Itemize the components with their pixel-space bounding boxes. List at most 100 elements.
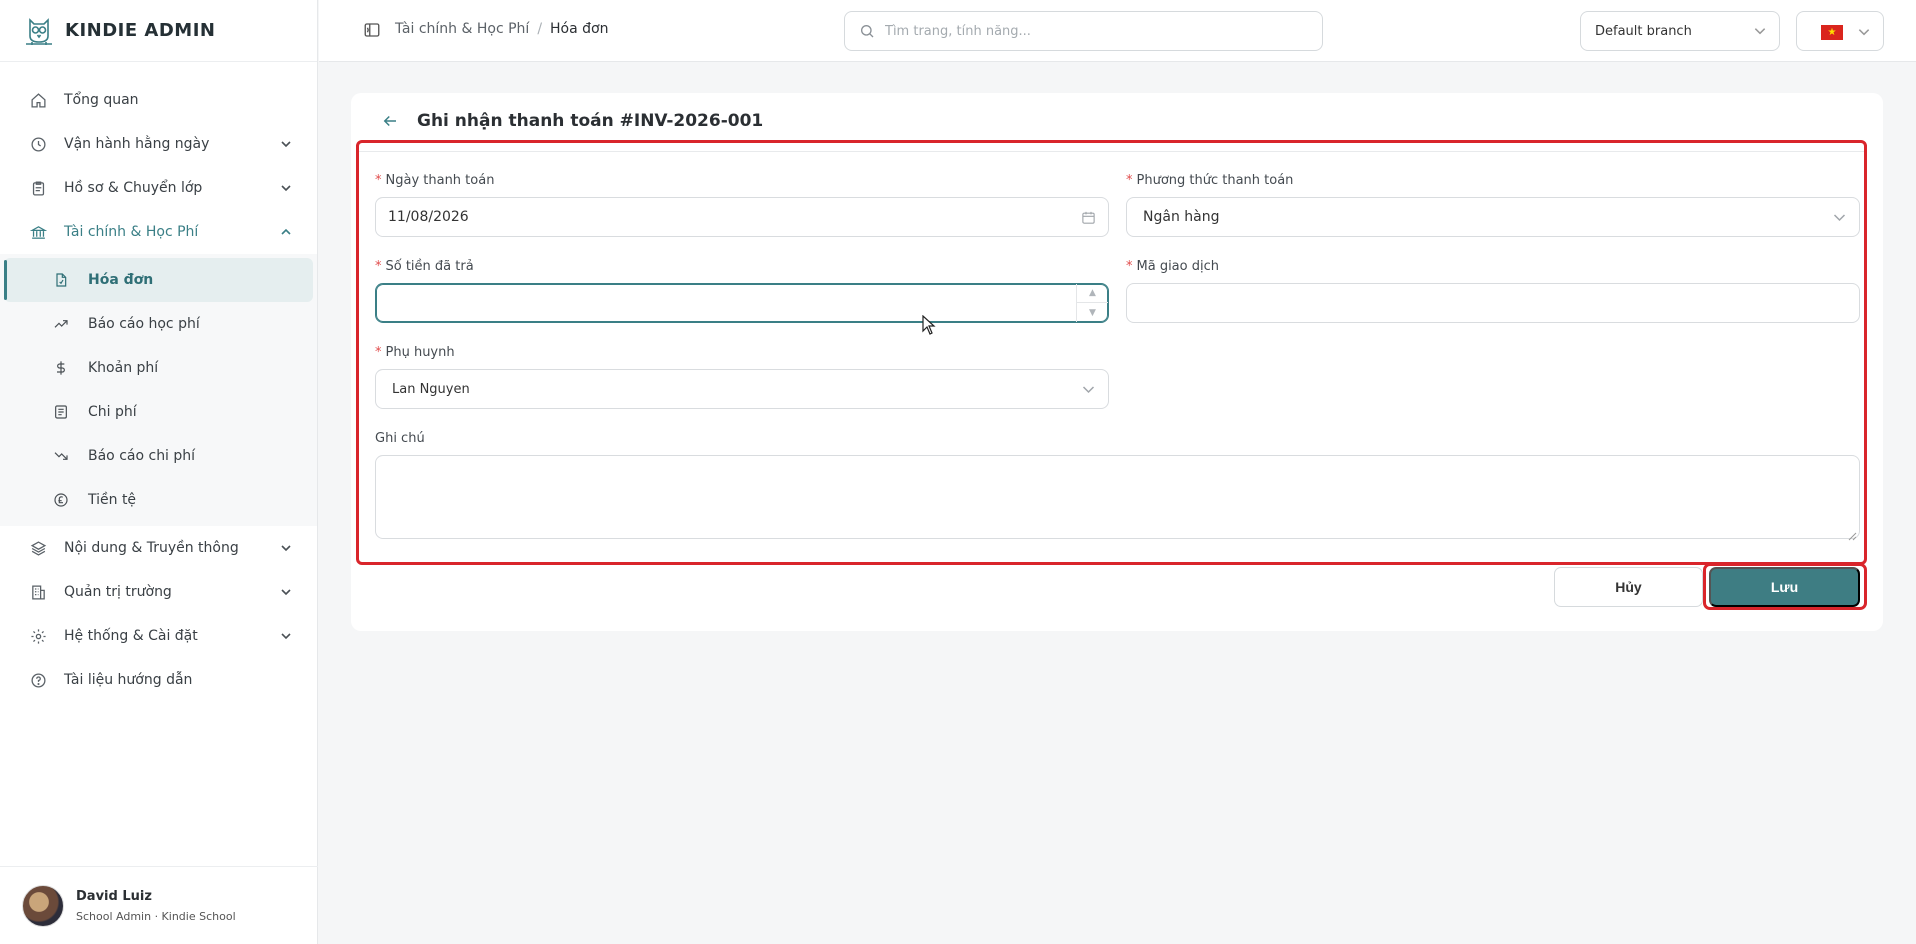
required-mark: * bbox=[375, 345, 382, 360]
home-icon bbox=[28, 90, 48, 110]
sidebar-item-label: Hệ thống & Cài đặt bbox=[64, 628, 198, 644]
sidebar-item-content[interactable]: Nội dung & Truyền thông bbox=[0, 526, 317, 570]
sidebar-item-label: Vận hành hằng ngày bbox=[64, 136, 210, 152]
branch-select[interactable]: Default branch bbox=[1580, 11, 1780, 51]
vietnam-flag-icon: ★ bbox=[1821, 25, 1843, 40]
sidebar-item-overview[interactable]: Tổng quan bbox=[0, 78, 317, 122]
sidebar-item-school-admin[interactable]: Quản trị trường bbox=[0, 570, 317, 614]
topbar: Tài chính & Học Phí / Hóa đơn Default br… bbox=[319, 0, 1916, 62]
transaction-code-input[interactable] bbox=[1126, 283, 1860, 323]
payment-date-value: 11/08/2026 bbox=[388, 209, 469, 225]
sidebar-item-expense-report[interactable]: Báo cáo chi phí bbox=[0, 434, 317, 478]
sidebar-item-label: Nội dung & Truyền thông bbox=[64, 540, 239, 556]
number-stepper[interactable]: ▲ ▼ bbox=[1076, 284, 1108, 322]
sidebar-item-docs[interactable]: Tài liệu hướng dẫn bbox=[0, 658, 317, 702]
breadcrumb-separator: / bbox=[537, 21, 543, 37]
breadcrumb: Tài chính & Học Phí / Hóa đơn bbox=[395, 21, 608, 37]
sidebar-item-currency[interactable]: Tiền tệ bbox=[0, 478, 317, 522]
payment-method-value: Ngân hàng bbox=[1143, 209, 1220, 225]
invoice-icon bbox=[52, 271, 70, 289]
parent-label: * Phụ huynh bbox=[375, 345, 455, 360]
page-title: Ghi nhận thanh toán #INV-2026-001 bbox=[417, 111, 764, 131]
payment-date-field[interactable]: 11/08/2026 bbox=[375, 197, 1109, 237]
required-mark: * bbox=[375, 259, 382, 274]
sidebar-item-invoices[interactable]: Hóa đơn bbox=[4, 258, 313, 302]
sidebar-item-records[interactable]: Hồ sơ & Chuyển lớp bbox=[0, 166, 317, 210]
divider bbox=[359, 151, 1864, 152]
chevron-down-icon bbox=[279, 137, 293, 151]
breadcrumb-finance[interactable]: Tài chính & Học Phí bbox=[395, 21, 529, 37]
sidebar-item-label: Tổng quan bbox=[64, 92, 139, 108]
clock-icon bbox=[28, 134, 48, 154]
payment-date-label: * Ngày thanh toán bbox=[375, 173, 494, 188]
stepper-up-icon[interactable]: ▲ bbox=[1077, 284, 1108, 303]
payment-form: * Ngày thanh toán 11/08/2026 * Phương thức… bbox=[356, 140, 1867, 565]
save-button[interactable]: Lưu bbox=[1709, 567, 1860, 607]
chevron-up-icon bbox=[279, 225, 293, 239]
sidebar-item-label: Chi phí bbox=[88, 404, 137, 420]
label-text: Mã giao dịch bbox=[1136, 259, 1219, 274]
search-icon bbox=[859, 23, 875, 39]
resize-grip-icon[interactable] bbox=[1847, 526, 1857, 541]
label-text: Phương thức thanh toán bbox=[1136, 173, 1294, 188]
sidebar-item-fees[interactable]: Khoản phí bbox=[0, 346, 317, 390]
dollar-icon bbox=[52, 359, 70, 377]
chevron-down-icon bbox=[1832, 210, 1847, 225]
user-role: School Admin · Kindie School bbox=[76, 909, 236, 923]
calendar-icon bbox=[1081, 210, 1096, 225]
chevron-down-icon bbox=[279, 629, 293, 643]
brand[interactable]: KINDIE ADMIN bbox=[0, 0, 317, 62]
sidebar-item-label: Tài liệu hướng dẫn bbox=[64, 672, 193, 688]
building-icon bbox=[28, 582, 48, 602]
chevron-down-icon bbox=[279, 541, 293, 555]
receipt-icon bbox=[52, 403, 70, 421]
note-label: Ghi chú bbox=[375, 431, 425, 446]
label-text: Phụ huynh bbox=[385, 345, 455, 360]
parent-select[interactable]: Lan Nguyen bbox=[375, 369, 1109, 409]
amount-paid-input[interactable]: ▲ ▼ bbox=[375, 283, 1109, 323]
sidebar-item-label: Hóa đơn bbox=[88, 272, 154, 288]
label-text: Số tiền đã trả bbox=[385, 259, 474, 274]
sidebar-item-expenses[interactable]: Chi phí bbox=[0, 390, 317, 434]
required-mark: * bbox=[375, 173, 382, 188]
required-mark: * bbox=[1126, 173, 1133, 188]
avatar bbox=[22, 884, 64, 927]
search-box[interactable] bbox=[844, 11, 1323, 51]
payment-card: Ghi nhận thanh toán #INV-2026-001 * Ngày … bbox=[351, 93, 1883, 631]
language-select[interactable]: ★ bbox=[1796, 11, 1884, 51]
chevron-down-icon bbox=[1857, 24, 1871, 38]
note-textarea[interactable] bbox=[375, 455, 1860, 541]
sidebar-item-label: Báo cáo học phí bbox=[88, 316, 200, 332]
chevron-down-icon bbox=[1753, 24, 1767, 38]
user-profile[interactable]: David Luiz School Admin · Kindie School bbox=[0, 866, 318, 944]
sidebar-item-label: Báo cáo chi phí bbox=[88, 448, 196, 464]
back-arrow-icon[interactable] bbox=[381, 112, 399, 130]
payment-method-select[interactable]: Ngân hàng bbox=[1126, 197, 1860, 237]
payment-method-label: * Phương thức thanh toán bbox=[1126, 173, 1293, 188]
mouse-cursor-icon bbox=[922, 314, 936, 335]
sidebar-item-finance[interactable]: Tài chính & Học Phí bbox=[0, 210, 317, 254]
sidebar-item-label: Khoản phí bbox=[88, 360, 159, 376]
app-name: KINDIE ADMIN bbox=[65, 20, 216, 41]
bank-icon bbox=[28, 222, 48, 242]
search-input[interactable] bbox=[885, 23, 1305, 39]
owl-logo-icon bbox=[22, 14, 56, 48]
sidebar-item-daily-operations[interactable]: Vận hành hằng ngày bbox=[0, 122, 317, 166]
chevron-down-icon bbox=[279, 585, 293, 599]
sidebar-toggle-icon[interactable] bbox=[363, 21, 381, 39]
transaction-code-label: * Mã giao dịch bbox=[1126, 259, 1219, 274]
cancel-button[interactable]: Hủy bbox=[1554, 567, 1703, 607]
sidebar-item-settings[interactable]: Hệ thống & Cài đặt bbox=[0, 614, 317, 658]
gear-icon bbox=[28, 626, 48, 646]
required-mark: * bbox=[1126, 259, 1133, 274]
sidebar-item-tuition-report[interactable]: Báo cáo học phí bbox=[0, 302, 317, 346]
trending-up-icon bbox=[52, 315, 70, 333]
stepper-down-icon[interactable]: ▼ bbox=[1077, 303, 1108, 322]
sidebar: KINDIE ADMIN Tổng quan Vận hành hằng ngà… bbox=[0, 0, 318, 944]
breadcrumb-current: Hóa đơn bbox=[550, 21, 609, 37]
label-text: Ngày thanh toán bbox=[385, 173, 495, 188]
sidebar-item-label: Tài chính & Học Phí bbox=[64, 224, 199, 240]
layers-icon bbox=[28, 538, 48, 558]
trending-down-icon bbox=[52, 447, 70, 465]
user-name: David Luiz bbox=[76, 888, 152, 904]
